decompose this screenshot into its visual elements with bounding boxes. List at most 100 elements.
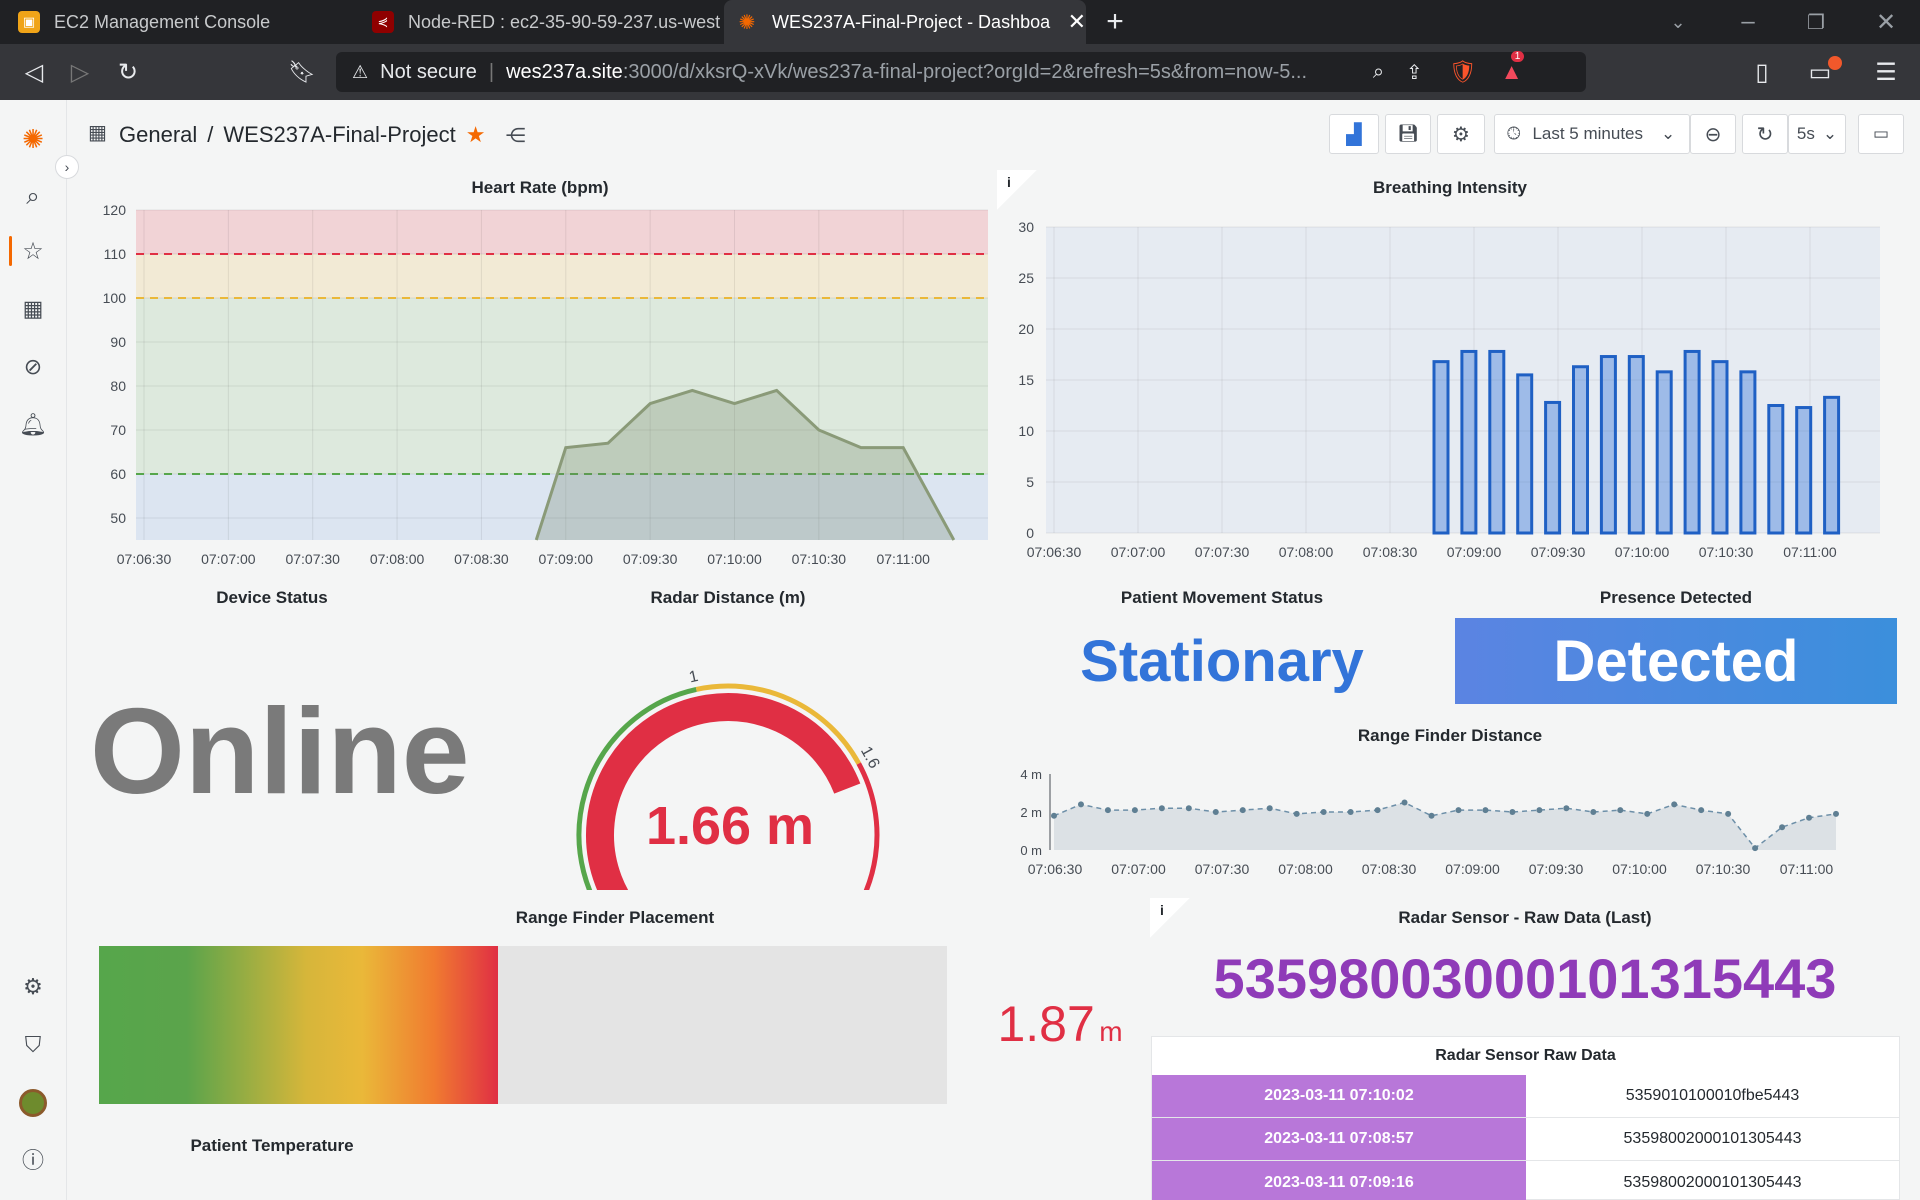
forward-button[interactable]: ▷ (60, 52, 100, 92)
table-row[interactable]: 2023-03-11 07:08:57 53598002000101305443 (1152, 1118, 1899, 1161)
placement-bar-track (99, 946, 947, 1104)
brave-shield-icon[interactable]: 🛡︎ (1449, 59, 1477, 85)
expand-menu-chevron-icon[interactable]: › (55, 155, 79, 179)
x-tick-label: 07:11:00 (1783, 544, 1837, 560)
save-dashboard-button[interactable]: 💾︎ (1385, 114, 1431, 154)
breathing-bar (1739, 370, 1757, 535)
breadcrumb-folder[interactable]: General (119, 122, 197, 148)
x-tick-label: 07:08:30 (1363, 544, 1418, 560)
breathing-bar (1460, 349, 1478, 535)
address-bar[interactable]: ⚠ Not secure | wes237a.site :3000/d/xksr… (336, 51, 1586, 92)
back-button[interactable]: ◁ (14, 52, 54, 92)
x-tick-label: 07:10:30 (792, 551, 847, 567)
breathing-chart: 07:06:30 07:07:00 07:07:30 07:08:00 07:08:30… (1018, 219, 1880, 560)
dashboards-grid-icon: ▦ (88, 122, 107, 144)
url-host: wes237a.site (506, 60, 623, 83)
zoom-out-button[interactable]: ⊖ (1690, 114, 1736, 154)
y-tick-label: 0 (1026, 525, 1034, 541)
table-row[interactable]: 2023-03-11 07:10:02 5359010100010fbe5443 (1152, 1075, 1899, 1118)
breathing-bar (1544, 400, 1562, 535)
x-tick-label: 07:08:00 (370, 551, 425, 567)
y-tick-label: 110 (104, 246, 127, 262)
x-tick-label: 07:10:30 (1699, 544, 1754, 560)
raw-data-table: Radar Sensor Raw Data 2023-03-11 07:10:0… (1151, 1036, 1900, 1200)
tab-grafana[interactable]: ✺ WES237A-Final-Project - Dashboa ✕ (724, 0, 1086, 44)
time-range-picker[interactable]: 🕓︎ Last 5 minutes ⌄ (1494, 114, 1690, 154)
explore-compass-icon[interactable]: ⊘ (14, 348, 52, 386)
configuration-gear-icon[interactable]: ⚙ (14, 968, 52, 1006)
range-finder-point (1401, 799, 1408, 806)
y-tick-label: 25 (1018, 270, 1034, 286)
new-tab-button[interactable]: + (1095, 2, 1135, 42)
range-stat: 1.87 m (980, 995, 1140, 1053)
share-icon[interactable]: ⇪ (1406, 60, 1423, 85)
y-tick-label: 2 m (1020, 805, 1042, 820)
wallet-notification-dot (1828, 56, 1842, 70)
x-tick-label: 07:06:30 (1028, 861, 1083, 877)
range-finder-point (1563, 805, 1570, 812)
user-avatar[interactable] (14, 1084, 52, 1122)
gauge-tick-label: 1 (688, 668, 700, 687)
range-finder-point (1833, 810, 1839, 817)
sidebar-toggle-icon[interactable]: ▯ (1742, 52, 1782, 92)
y-tick-label: 10 (1018, 423, 1034, 439)
range-finder-point (1725, 810, 1732, 817)
x-tick-label: 07:06:30 (117, 551, 172, 567)
bookmark-icon[interactable]: 🔖︎ (282, 52, 322, 92)
placement-bar-fill (99, 946, 498, 1104)
close-tab-icon[interactable]: ✕ (1068, 9, 1086, 35)
x-tick-label: 07:10:00 (707, 551, 762, 567)
range-finder-point (1347, 809, 1354, 815)
range-finder-point (1752, 845, 1759, 852)
browser-menu-icon[interactable]: ☰ (1866, 52, 1906, 92)
movement-value: Stationary (1080, 629, 1364, 694)
breathing-bar (1767, 404, 1785, 535)
starred-icon[interactable]: ☆ (14, 232, 52, 270)
dashboard-title[interactable]: WES237A-Final-Project (223, 122, 455, 148)
y-tick-label: 5 (1026, 474, 1034, 490)
search-icon[interactable]: ⌕ (14, 178, 52, 216)
range-finder-chart: 4 m 2 m 0 m 07:06:30 07:07:00 07:07:30 07:08:0… (1020, 767, 1839, 877)
x-tick-label: 07:07:30 (1195, 544, 1250, 560)
add-panel-button[interactable]: ▟ (1329, 114, 1379, 154)
close-window-button[interactable]: ✕ (1866, 2, 1906, 42)
zoom-icon[interactable]: ⌕ (1373, 61, 1384, 84)
dashboards-icon[interactable]: ▦ (14, 290, 52, 328)
y-tick-label: 90 (110, 334, 126, 350)
range-finder-point (1806, 814, 1813, 821)
table-cell-time: 2023-03-11 07:09:16 (1152, 1161, 1526, 1200)
y-tick-label: 0 m (1020, 843, 1042, 858)
raw-last-title: Radar Sensor - Raw Data (Last) (1398, 908, 1652, 927)
x-tick-label: 07:08:00 (1279, 544, 1334, 560)
dashboard-settings-button[interactable]: ⚙ (1437, 114, 1485, 154)
active-indicator (9, 236, 12, 266)
y-tick-label: 100 (103, 290, 127, 306)
grafana-logo-icon[interactable]: ✺ (14, 120, 52, 158)
restore-button[interactable]: ❐ (1796, 2, 1836, 42)
server-admin-shield-icon[interactable]: ⛉ (14, 1026, 52, 1064)
table-cell-time: 2023-03-11 07:10:02 (1152, 1075, 1526, 1117)
tab-search-chevron-icon[interactable]: ⌄ (1658, 2, 1698, 42)
reload-button[interactable]: ↻ (108, 52, 148, 92)
placement-title: Range Finder Placement (515, 908, 715, 927)
x-tick-label: 07:08:30 (454, 551, 509, 567)
brave-rewards-icon[interactable]: ▲ 1 (1501, 51, 1525, 85)
tv-mode-button[interactable]: ▭ (1858, 114, 1904, 154)
range-finder-point (1104, 807, 1111, 814)
tab-ec2[interactable]: ▣ EC2 Management Console (18, 0, 348, 44)
chevron-down-icon: ⌄ (1661, 124, 1676, 143)
refresh-interval-picker[interactable]: 5s ⌄ (1788, 114, 1846, 154)
range-finder-point (1185, 805, 1192, 812)
table-row[interactable]: 2023-03-11 07:09:16 53598002000101305443 (1152, 1161, 1899, 1200)
range-finder-point (1239, 807, 1246, 814)
tab-node-red[interactable]: ⋞ Node-RED : ec2-35-90-59-237.us-west (372, 0, 720, 44)
help-icon[interactable]: ⓘ (14, 1140, 52, 1178)
browser-tab-bar: ▣ EC2 Management Console ⋞ Node-RED : ec… (0, 0, 1920, 44)
minimize-button[interactable]: – (1728, 2, 1768, 42)
table-cell-data: 5359010100010fbe5443 (1625, 1087, 1800, 1104)
share-dashboard-icon[interactable]: ⋲ (505, 123, 525, 148)
alerting-bell-icon[interactable]: 🔔︎ (14, 406, 52, 444)
table-cell-time: 2023-03-11 07:08:57 (1152, 1118, 1526, 1160)
refresh-button[interactable]: ↻ (1742, 114, 1788, 154)
star-favorite-icon[interactable]: ★ (466, 122, 486, 148)
